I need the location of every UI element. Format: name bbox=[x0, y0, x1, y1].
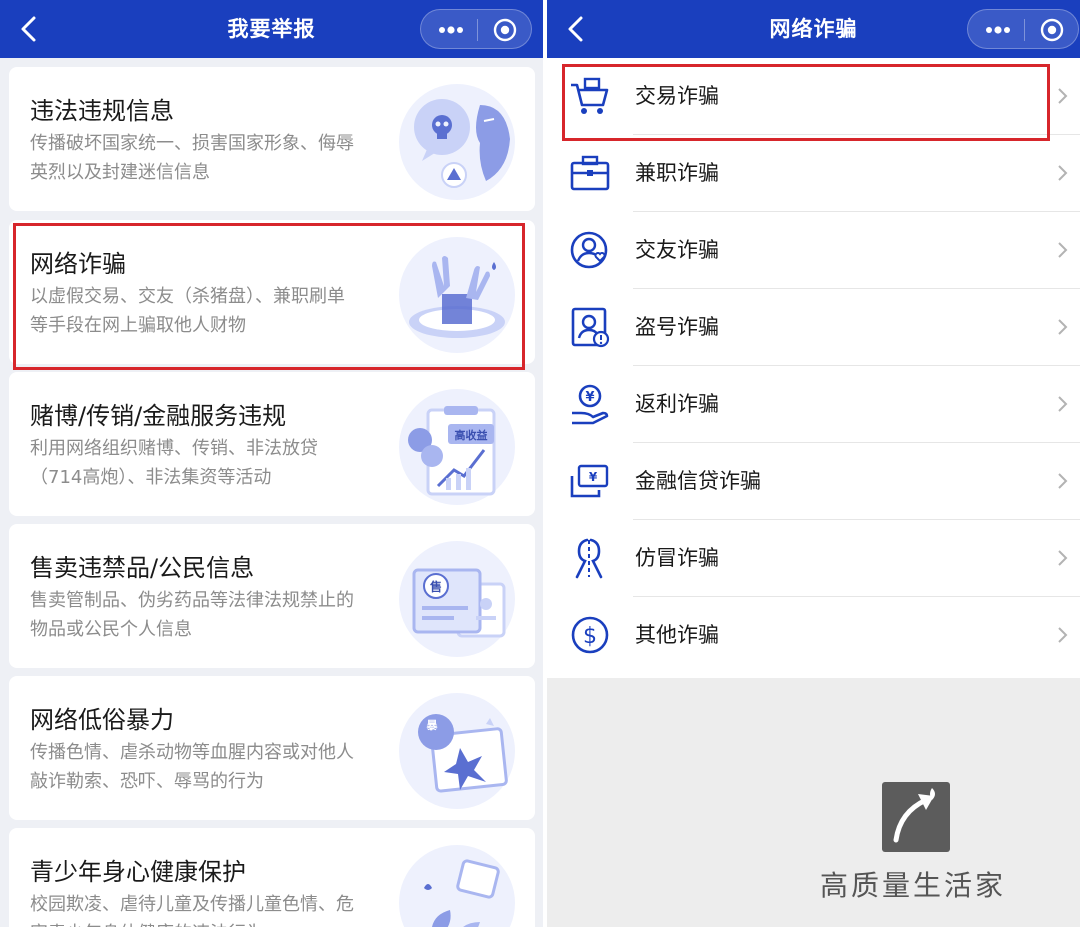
yuan-hand-icon: ¥ bbox=[572, 384, 609, 425]
chevron-right-icon bbox=[1058, 550, 1068, 566]
list-item-rebate-fraud[interactable]: ¥ 返利诈骗 bbox=[547, 366, 1080, 443]
item-label: 交易诈骗 bbox=[635, 84, 719, 108]
capsule-divider bbox=[477, 19, 478, 41]
watermark: 高质量生活家 bbox=[820, 782, 1020, 902]
navbar: 我要举报 bbox=[0, 0, 543, 58]
capsule-divider bbox=[1024, 19, 1025, 41]
chevron-right-icon bbox=[1058, 319, 1068, 335]
friend-heart-icon bbox=[570, 231, 608, 269]
illus-violence-label: 暴 bbox=[426, 719, 439, 732]
card-desc: 利用网络组织赌博、传销、非法放贷（714高炮）、非法集资等活动 bbox=[30, 438, 318, 488]
svg-text:¥: ¥ bbox=[589, 470, 598, 484]
mini-program-capsule bbox=[420, 9, 532, 49]
report-card-online-fraud[interactable]: 网络诈骗 以虚假交易、交友（杀猪盘）、兼职刷单等手段在网上骗取他人财物 bbox=[9, 220, 535, 364]
mini-program-capsule bbox=[967, 9, 1079, 49]
item-label: 其他诈骗 bbox=[635, 623, 719, 647]
fraud-type-list: 交易诈骗 兼职诈骗 交友诈骗 盗号诈骗 ¥ 返利诈骗 ¥ 金融信贷诈骗 仿冒诈骗… bbox=[547, 58, 1080, 678]
list-item-impersonation-fraud[interactable]: 仿冒诈骗 bbox=[547, 520, 1080, 597]
impersonate-icon bbox=[575, 538, 603, 579]
account-theft-icon bbox=[571, 307, 610, 348]
more-icon[interactable] bbox=[984, 21, 1012, 39]
report-card-illegal-info[interactable]: 违法违规信息 传播破坏国家统一、损害国家形象、侮辱英烈以及封建迷信信息 bbox=[9, 67, 535, 211]
item-label: 金融信贷诈骗 bbox=[635, 469, 761, 493]
yuan-card-icon: ¥ bbox=[570, 464, 609, 498]
list-item-part-time-fraud[interactable]: 兼职诈骗 bbox=[547, 135, 1080, 212]
card-desc: 校园欺凌、虐待儿童及传播儿童色情、危害青少年身体健康的违法行为 bbox=[30, 894, 354, 927]
navbar: 网络诈骗 bbox=[547, 0, 1080, 58]
watermark-text: 高质量生活家 bbox=[820, 869, 1007, 902]
sale-id-card-illustration-icon: 售 bbox=[399, 541, 515, 657]
dollar-circle-icon: $ bbox=[571, 616, 609, 654]
high-return-chart-illustration-icon: 高收益 bbox=[399, 389, 515, 505]
chevron-right-icon bbox=[1058, 88, 1068, 104]
chevron-right-icon bbox=[1058, 242, 1068, 258]
report-card-gambling[interactable]: 赌博/传销/金融服务违规 利用网络组织赌博、传销、非法放贷（714高炮）、非法集… bbox=[9, 372, 535, 516]
chevron-right-icon bbox=[1058, 396, 1068, 412]
close-target-icon[interactable] bbox=[493, 18, 517, 42]
list-item-account-theft-fraud[interactable]: 盗号诈骗 bbox=[547, 289, 1080, 366]
shopping-cart-icon bbox=[571, 77, 609, 114]
plant-film-illustration-icon bbox=[399, 845, 515, 927]
item-label: 盗号诈骗 bbox=[635, 315, 719, 339]
list-item-dating-fraud[interactable]: 交友诈骗 bbox=[547, 212, 1080, 289]
skull-speech-illustration-icon bbox=[399, 84, 515, 200]
briefcase-icon bbox=[570, 155, 610, 191]
card-desc: 售卖管制品、伪劣药品等法律法规禁止的物品或公民个人信息 bbox=[30, 590, 354, 640]
list-item-other-fraud[interactable]: $ 其他诈骗 bbox=[547, 597, 1080, 674]
card-desc: 传播色情、虐杀动物等血腥内容或对他人敲诈勒索、恐吓、辱骂的行为 bbox=[30, 742, 354, 792]
item-label: 返利诈骗 bbox=[635, 392, 719, 416]
card-title: 青少年身心健康保护 bbox=[30, 858, 246, 886]
list-item-financial-credit-fraud[interactable]: ¥ 金融信贷诈骗 bbox=[547, 443, 1080, 520]
card-title: 违法违规信息 bbox=[30, 97, 174, 125]
card-title: 网络诈骗 bbox=[30, 250, 126, 278]
list-item-trade-fraud[interactable]: 交易诈骗 bbox=[547, 58, 1080, 135]
card-desc: 传播破坏国家统一、损害国家形象、侮辱英烈以及封建迷信信息 bbox=[30, 133, 354, 183]
report-panel: 我要举报 违法违规信息 传播破坏国家统一、损害国家形象、侮辱英烈以及封建迷信信息 bbox=[0, 0, 543, 927]
item-label: 兼职诈骗 bbox=[635, 161, 719, 185]
card-desc: 以虚假交易、交友（杀猪盘）、兼职刷单等手段在网上骗取他人财物 bbox=[30, 286, 345, 336]
card-title: 网络低俗暴力 bbox=[30, 706, 174, 734]
violence-screen-illustration-icon: 暴 bbox=[399, 693, 515, 809]
report-card-vulgar-violence[interactable]: 网络低俗暴力 传播色情、虐杀动物等血腥内容或对他人敲诈勒索、恐吓、辱骂的行为 暴 bbox=[9, 676, 535, 820]
svg-text:¥: ¥ bbox=[585, 390, 594, 405]
item-label: 仿冒诈骗 bbox=[635, 546, 719, 570]
hands-screen-illustration-icon bbox=[399, 237, 515, 353]
card-title: 赌博/传销/金融服务违规 bbox=[30, 402, 287, 430]
illus-sale-label: 售 bbox=[430, 579, 442, 594]
chevron-right-icon bbox=[1058, 165, 1068, 181]
card-title: 售卖违禁品/公民信息 bbox=[30, 554, 255, 582]
chevron-right-icon bbox=[1058, 627, 1068, 643]
item-label: 交友诈骗 bbox=[635, 238, 719, 262]
watermark-logo-icon bbox=[882, 782, 950, 852]
more-icon[interactable] bbox=[437, 21, 465, 39]
svg-text:$: $ bbox=[583, 624, 597, 649]
illus-high-return-label: 高收益 bbox=[455, 428, 488, 442]
close-target-icon[interactable] bbox=[1040, 18, 1064, 42]
report-card-youth-protection[interactable]: 青少年身心健康保护 校园欺凌、虐待儿童及传播儿童色情、危害青少年身体健康的违法行… bbox=[9, 828, 535, 927]
chevron-right-icon bbox=[1058, 473, 1068, 489]
report-card-contraband[interactable]: 售卖违禁品/公民信息 售卖管制品、伪劣药品等法律法规禁止的物品或公民个人信息 售 bbox=[9, 524, 535, 668]
